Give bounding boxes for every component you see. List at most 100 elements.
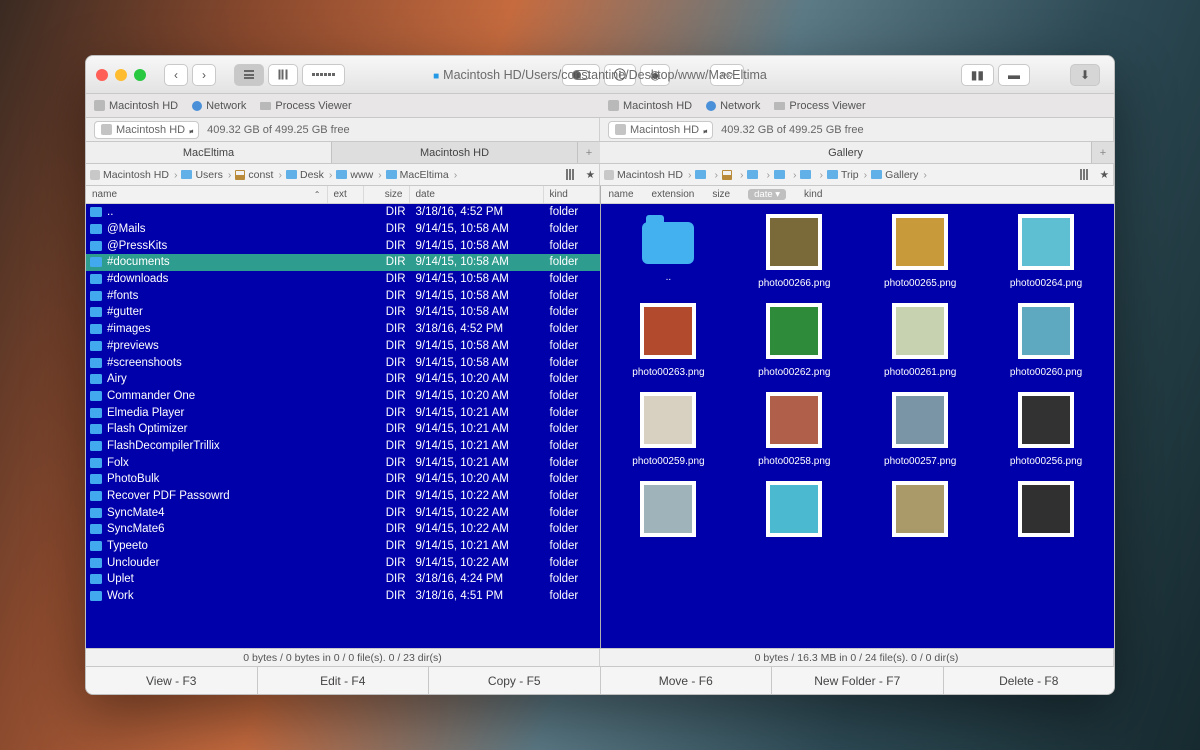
crumb[interactable]: const — [235, 169, 284, 181]
crumb[interactable] — [695, 169, 720, 181]
favorite-icon[interactable]: ★ — [1100, 169, 1109, 181]
file-row[interactable]: Elmedia PlayerDIR9/14/15, 10:21 AMfolder — [86, 404, 600, 421]
file-row[interactable]: UpletDIR3/18/16, 4:24 PMfolder — [86, 571, 600, 588]
file-row[interactable]: #previewsDIR9/14/15, 10:58 AMfolder — [86, 338, 600, 355]
new-folder-f7-button[interactable]: New Folder - F7 — [772, 667, 944, 694]
col-date[interactable]: date — [410, 186, 544, 203]
crumb[interactable] — [800, 169, 825, 181]
file-tile[interactable]: photo00257.png — [860, 386, 980, 473]
file-row[interactable]: PhotoBulkDIR9/14/15, 10:20 AMfolder — [86, 471, 600, 488]
crumb[interactable]: Users — [181, 169, 233, 181]
col-size[interactable]: size — [712, 189, 730, 200]
crumb[interactable]: www — [336, 169, 383, 181]
delete-f8-button[interactable]: Delete - F8 — [944, 667, 1115, 694]
file-tile[interactable]: photo00262.png — [734, 297, 854, 384]
file-tile[interactable] — [986, 475, 1106, 551]
file-row[interactable]: #documentsDIR9/14/15, 10:58 AMfolder — [86, 254, 600, 271]
file-tile[interactable]: photo00261.png — [860, 297, 980, 384]
binoculars-button[interactable]: ⌕⌕ — [710, 64, 743, 86]
copy-f5-button[interactable]: Copy - F5 — [429, 667, 601, 694]
file-tile[interactable]: photo00265.png — [860, 208, 980, 295]
file-tile[interactable]: photo00264.png — [986, 208, 1106, 295]
new-tab-button[interactable]: + — [578, 142, 600, 163]
file-row[interactable]: WorkDIR3/18/16, 4:51 PMfolder — [86, 588, 600, 605]
crumb[interactable] — [774, 169, 799, 181]
thumbnail-grid[interactable]: ..photo00266.pngphoto00265.pngphoto00264… — [601, 204, 1115, 648]
crumb[interactable]: Gallery — [871, 169, 929, 181]
info-button[interactable]: ⓘ — [604, 64, 636, 86]
view-f3-button[interactable]: View - F3 — [86, 667, 258, 694]
crumb[interactable]: Macintosh HD — [90, 169, 179, 181]
file-list[interactable]: ..DIR3/18/16, 4:52 PMfolder@MailsDIR9/14… — [86, 204, 600, 648]
minimize-button[interactable] — [115, 69, 127, 81]
list-mode-icon[interactable] — [566, 169, 580, 180]
loc-macintosh-hd[interactable]: Macintosh HD — [608, 100, 692, 112]
col-name[interactable]: name⌃ — [86, 186, 328, 203]
col-kind[interactable]: kind — [804, 189, 822, 200]
file-row[interactable]: AiryDIR9/14/15, 10:20 AMfolder — [86, 371, 600, 388]
loc-process-viewer[interactable]: Process Viewer — [260, 100, 351, 112]
crumb[interactable]: Macintosh HD — [604, 169, 693, 181]
col-size[interactable]: size — [364, 186, 410, 203]
titlebar[interactable]: ‹ › ⓘ ◉ ⌕⌕ ▮▮ ▬ ⬇ Macintosh HD/Users/con… — [86, 56, 1114, 94]
loc-process-viewer[interactable]: Process Viewer — [774, 100, 865, 112]
drive-selector[interactable]: Macintosh HD — [94, 121, 199, 139]
terminal-button[interactable]: ▬ — [998, 64, 1030, 86]
eject-button[interactable]: ⬇ — [1070, 64, 1100, 86]
crumb[interactable]: MacEltima — [386, 169, 460, 181]
toggle-hidden-button[interactable] — [562, 64, 600, 86]
file-tile[interactable] — [860, 475, 980, 551]
file-row[interactable]: Flash OptimizerDIR9/14/15, 10:21 AMfolde… — [86, 421, 600, 438]
file-row[interactable]: FolxDIR9/14/15, 10:21 AMfolder — [86, 454, 600, 471]
file-row[interactable]: SyncMate6DIR9/14/15, 10:22 AMfolder — [86, 521, 600, 538]
close-button[interactable] — [96, 69, 108, 81]
view-grid-button[interactable] — [302, 64, 345, 86]
loc-network[interactable]: Network — [706, 100, 760, 112]
view-list-button[interactable] — [234, 64, 264, 86]
col-kind[interactable]: kind — [544, 186, 600, 203]
col-ext[interactable]: ext — [328, 186, 364, 203]
file-tile[interactable]: photo00260.png — [986, 297, 1106, 384]
file-row[interactable]: #screenshootsDIR9/14/15, 10:58 AMfolder — [86, 354, 600, 371]
file-tile[interactable]: photo00256.png — [986, 386, 1106, 473]
maximize-button[interactable] — [134, 69, 146, 81]
loc-macintosh-hd[interactable]: Macintosh HD — [94, 100, 178, 112]
file-row[interactable]: FlashDecompilerTrillixDIR9/14/15, 10:21 … — [86, 438, 600, 455]
file-row[interactable]: #fontsDIR9/14/15, 10:58 AMfolder — [86, 287, 600, 304]
col-ext[interactable]: extension — [652, 189, 695, 200]
file-tile[interactable]: photo00258.png — [734, 386, 854, 473]
dual-pane-button[interactable]: ▮▮ — [961, 64, 994, 86]
crumb[interactable]: Desk — [286, 169, 334, 181]
parent-folder-tile[interactable]: .. — [609, 208, 729, 295]
view-columns-button[interactable] — [268, 64, 298, 86]
nav-back-button[interactable]: ‹ — [164, 64, 188, 86]
loc-network[interactable]: Network — [192, 100, 246, 112]
pane-tab-gallery[interactable]: Gallery — [600, 142, 1092, 163]
new-tab-button[interactable]: + — [1092, 142, 1114, 163]
edit-f4-button[interactable]: Edit - F4 — [258, 667, 430, 694]
favorite-icon[interactable]: ★ — [586, 169, 595, 181]
drive-selector[interactable]: Macintosh HD — [608, 121, 713, 139]
file-row[interactable]: SyncMate4DIR9/14/15, 10:22 AMfolder — [86, 504, 600, 521]
crumb[interactable] — [722, 169, 746, 181]
file-tile[interactable]: photo00263.png — [609, 297, 729, 384]
quicklook-button[interactable]: ◉ — [640, 64, 670, 86]
crumb[interactable]: Trip — [827, 169, 869, 181]
file-row[interactable]: UnclouderDIR9/14/15, 10:22 AMfolder — [86, 554, 600, 571]
file-row[interactable]: ..DIR3/18/16, 4:52 PMfolder — [86, 204, 600, 221]
col-date[interactable]: date ▾ — [748, 189, 786, 200]
file-row[interactable]: #downloadsDIR9/14/15, 10:58 AMfolder — [86, 271, 600, 288]
pane-tab-macintosh-hd[interactable]: Macintosh HD — [332, 142, 578, 163]
file-tile[interactable]: photo00266.png — [734, 208, 854, 295]
move-f6-button[interactable]: Move - F6 — [601, 667, 773, 694]
file-row[interactable]: Recover PDF PassowrdDIR9/14/15, 10:22 AM… — [86, 488, 600, 505]
file-row[interactable]: TypeetoDIR9/14/15, 10:21 AMfolder — [86, 538, 600, 555]
file-row[interactable]: #gutterDIR9/14/15, 10:58 AMfolder — [86, 304, 600, 321]
pane-tab-maceltima[interactable]: MacEltima — [86, 142, 332, 163]
file-row[interactable]: @MailsDIR9/14/15, 10:58 AMfolder — [86, 221, 600, 238]
nav-forward-button[interactable]: › — [192, 64, 216, 86]
file-tile[interactable] — [609, 475, 729, 551]
list-mode-icon[interactable] — [1080, 169, 1094, 180]
crumb[interactable] — [747, 169, 772, 181]
col-name[interactable]: name — [609, 189, 634, 200]
